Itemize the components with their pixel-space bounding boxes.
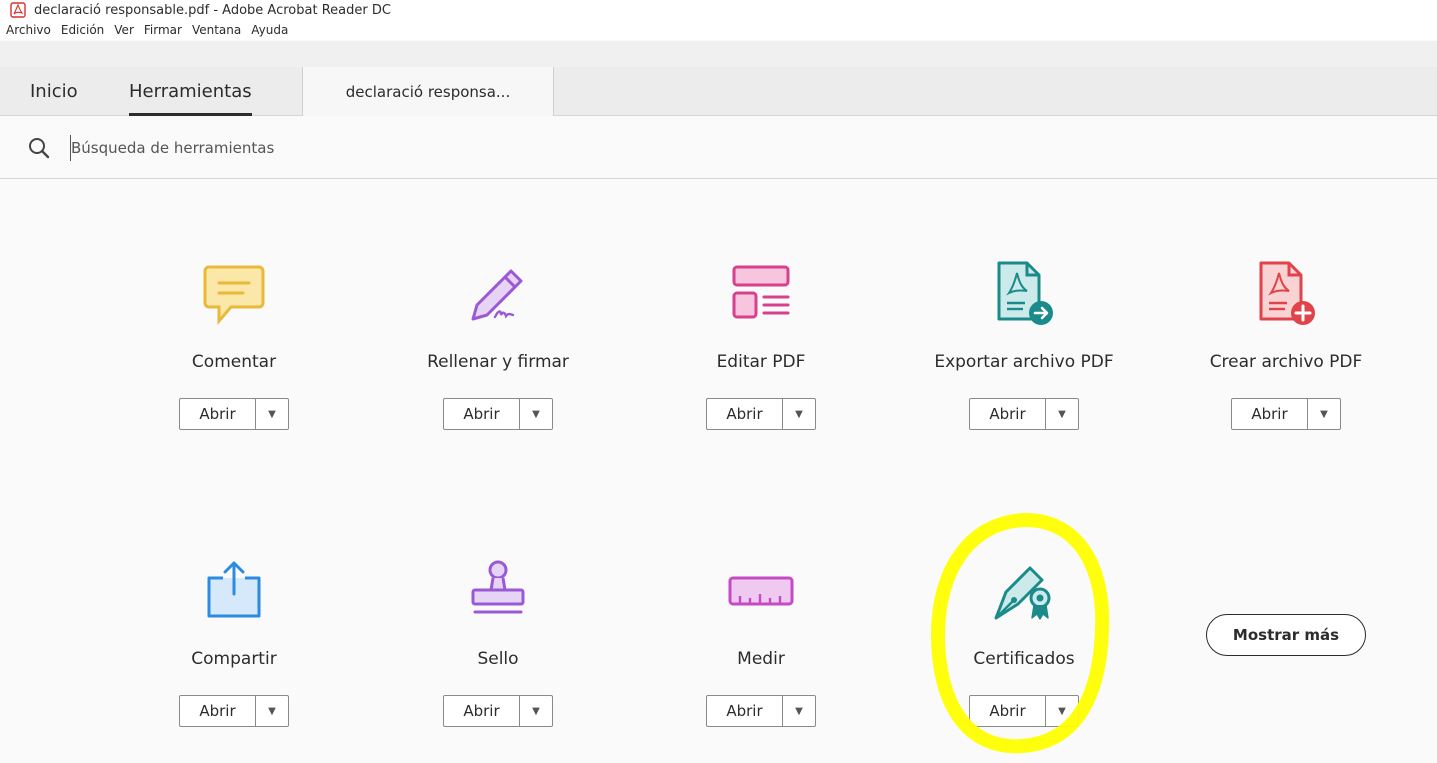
menu-ver[interactable]: Ver — [114, 23, 134, 37]
pdf-app-icon — [10, 2, 26, 18]
chevron-down-icon: ▼ — [532, 705, 540, 717]
menu-edicion[interactable]: Edición — [61, 23, 104, 37]
open-button[interactable]: Abrir — [970, 399, 1046, 429]
open-group: Abrir ▼ — [443, 398, 553, 430]
open-group: Abrir ▼ — [706, 695, 816, 727]
tool-label: Medir — [737, 649, 785, 669]
share-icon — [207, 561, 261, 618]
open-group: Abrir ▼ — [706, 398, 816, 430]
tool-search-input[interactable] — [70, 135, 670, 161]
tab-inicio[interactable]: Inicio — [30, 67, 78, 116]
stamp-icon — [471, 560, 525, 614]
comment-icon — [203, 265, 265, 326]
open-button[interactable]: Abrir — [444, 696, 520, 726]
certificates-icon — [994, 566, 1051, 620]
chevron-down-icon: ▼ — [795, 408, 803, 420]
tool-label: Rellenar y firmar — [427, 352, 569, 372]
dropdown-button[interactable]: ▼ — [783, 696, 815, 726]
chevron-down-icon: ▼ — [795, 705, 803, 717]
tool-label: Crear archivo PDF — [1209, 352, 1363, 372]
create-pdf-icon — [1259, 261, 1315, 325]
export-pdf-icon — [997, 261, 1053, 325]
tool-label: Sello — [477, 649, 519, 669]
open-group: Abrir ▼ — [179, 398, 289, 430]
open-button[interactable]: Abrir — [180, 399, 256, 429]
active-tab-indicator — [129, 113, 252, 116]
tab-bar: Inicio Herramientas declaració responsa.… — [0, 41, 1437, 116]
tool-certificados: Certificados Abrir ▼ — [914, 557, 1134, 727]
tool-comentar: Comentar Abrir ▼ — [124, 260, 344, 430]
tool-compartir: Compartir Abrir ▼ — [124, 557, 344, 727]
tool-editar-pdf: Editar PDF Abrir ▼ — [651, 260, 871, 430]
tool-rellenar-firmar: Rellenar y firmar Abrir ▼ — [388, 260, 608, 430]
open-group: Abrir ▼ — [443, 695, 553, 727]
tool-label: Exportar archivo PDF — [934, 352, 1114, 372]
dropdown-button[interactable]: ▼ — [1308, 399, 1340, 429]
menu-firmar[interactable]: Firmar — [144, 23, 182, 37]
dropdown-button[interactable]: ▼ — [520, 399, 552, 429]
open-button[interactable]: Abrir — [1232, 399, 1308, 429]
chevron-down-icon: ▼ — [268, 705, 276, 717]
chevron-down-icon: ▼ — [268, 408, 276, 420]
fill-sign-icon — [471, 269, 523, 321]
tool-search-bar — [0, 117, 1437, 179]
dropdown-button[interactable]: ▼ — [783, 399, 815, 429]
dropdown-button[interactable]: ▼ — [520, 696, 552, 726]
menu-ayuda[interactable]: Ayuda — [251, 23, 288, 37]
open-button[interactable]: Abrir — [180, 696, 256, 726]
chevron-down-icon: ▼ — [1320, 408, 1328, 420]
open-button[interactable]: Abrir — [707, 399, 783, 429]
search-icon — [29, 138, 50, 159]
open-group: Abrir ▼ — [1231, 398, 1341, 430]
tool-exportar-pdf: Exportar archivo PDF Abrir ▼ — [914, 260, 1134, 430]
tool-label: Compartir — [191, 649, 277, 669]
measure-icon — [728, 576, 794, 606]
open-group: Abrir ▼ — [969, 695, 1079, 727]
open-button[interactable]: Abrir — [444, 399, 520, 429]
edit-pdf-icon — [732, 265, 790, 319]
dropdown-button[interactable]: ▼ — [256, 696, 288, 726]
menubar: Archivo Edición Ver Firmar Ventana Ayuda — [0, 20, 1437, 40]
tab-herramientas[interactable]: Herramientas — [129, 67, 252, 116]
tool-medir: Medir Abrir ▼ — [651, 557, 871, 727]
open-button[interactable]: Abrir — [707, 696, 783, 726]
show-more-button[interactable]: Mostrar más — [1206, 614, 1366, 656]
dropdown-button[interactable]: ▼ — [1046, 399, 1078, 429]
tab-document[interactable]: declaració responsa... — [302, 67, 554, 116]
tool-label: Editar PDF — [716, 352, 806, 372]
chevron-down-icon: ▼ — [1058, 408, 1066, 420]
tool-sello: Sello Abrir ▼ — [388, 557, 608, 727]
open-group: Abrir ▼ — [969, 398, 1079, 430]
dropdown-button[interactable]: ▼ — [256, 399, 288, 429]
chevron-down-icon: ▼ — [532, 408, 540, 420]
chevron-down-icon: ▼ — [1058, 705, 1066, 717]
tool-label: Certificados — [973, 649, 1075, 669]
tab-herramientas-label: Herramientas — [129, 81, 252, 102]
open-button[interactable]: Abrir — [970, 696, 1046, 726]
window-title: declaració responsable.pdf - Adobe Acrob… — [34, 2, 391, 18]
open-group: Abrir ▼ — [179, 695, 289, 727]
window-titlebar: declaració responsable.pdf - Adobe Acrob… — [0, 0, 1437, 20]
menu-archivo[interactable]: Archivo — [6, 23, 51, 37]
menu-ventana[interactable]: Ventana — [192, 23, 241, 37]
tool-crear-pdf: Crear archivo PDF Abrir ▼ — [1176, 260, 1396, 430]
tool-label: Comentar — [191, 352, 277, 372]
dropdown-button[interactable]: ▼ — [1046, 696, 1078, 726]
